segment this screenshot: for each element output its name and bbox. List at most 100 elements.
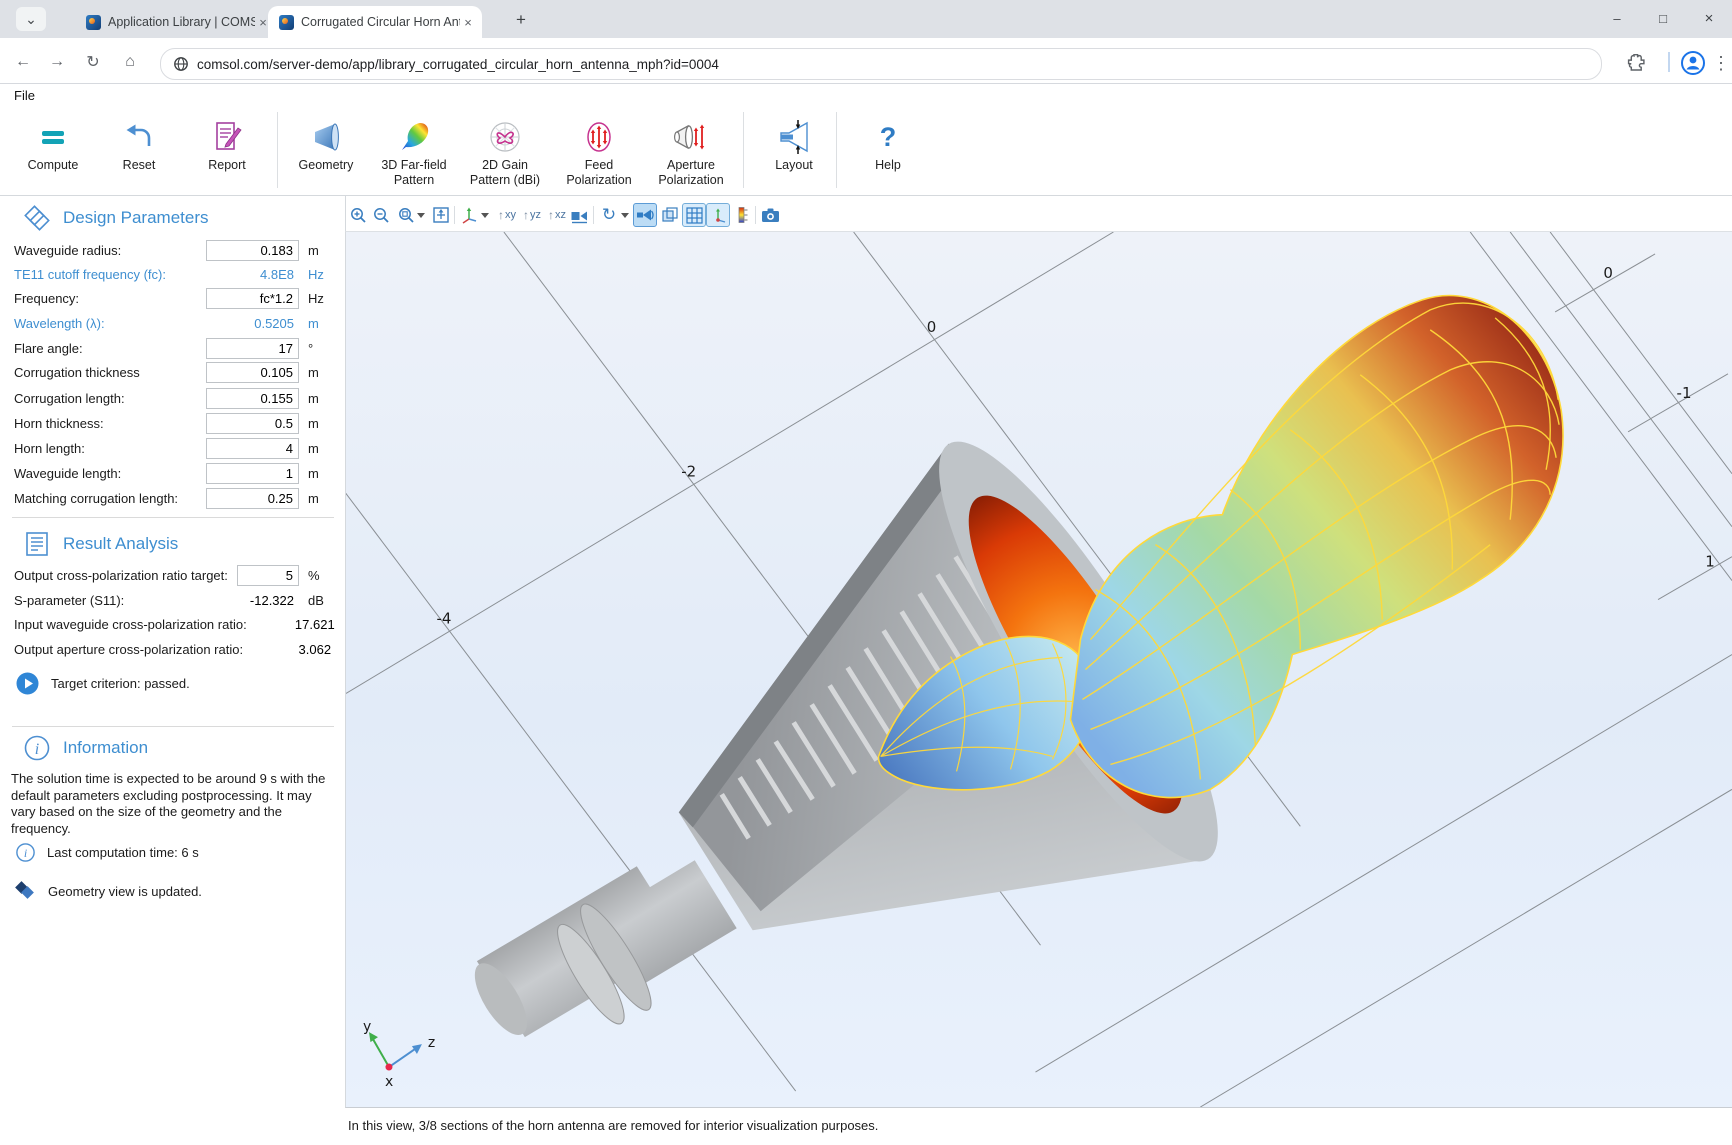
geometry-updated-text: Geometry view is updated. [48, 884, 202, 899]
cross-polarization-target-input[interactable] [237, 565, 299, 586]
transparency-toggle[interactable] [658, 203, 682, 227]
reset-button[interactable]: Reset [96, 116, 182, 192]
last-computation-status: i Last computation time: 6 s [16, 843, 199, 862]
section-title: Result Analysis [63, 534, 178, 554]
corrugation-length-input[interactable] [206, 388, 299, 409]
site-info-globe-icon[interactable] [173, 56, 189, 72]
waveguide-length-input[interactable] [206, 463, 299, 484]
tab-horn-antenna[interactable]: Corrugated Circular Horn Anten × [268, 6, 482, 38]
target-criterion-text: Target criterion: passed. [51, 676, 190, 691]
param-row-horn-length: Horn length: m [14, 436, 334, 460]
svg-text:i: i [24, 846, 27, 860]
tab-search-button[interactable]: ⌄ [16, 7, 46, 31]
input-cross-polarization-value: 17.621 [247, 617, 340, 632]
information-body: The solution time is expected to be arou… [11, 771, 337, 837]
back-icon[interactable]: ← [10, 49, 36, 75]
flare-angle-input[interactable] [206, 338, 299, 359]
forward-icon[interactable]: → [44, 49, 70, 75]
result-row-s-parameter: S-parameter (S11): -12.322 dB [14, 588, 334, 612]
tick-label: 1 [1705, 553, 1715, 571]
horn-length-input[interactable] [206, 438, 299, 459]
rotate-dropdown-caret[interactable] [621, 213, 629, 218]
tick-label: 0 [927, 318, 937, 336]
zoom-extents-icon[interactable] [429, 203, 453, 227]
toolbar-separator [593, 206, 594, 224]
te11-cutoff-value: 4.8E8 [206, 267, 299, 282]
svg-text:i: i [35, 741, 39, 758]
s-parameter-value: -12.322 [206, 593, 299, 608]
zoom-dropdown-caret[interactable] [417, 213, 425, 218]
layout-label: Layout [775, 158, 813, 173]
view-xy-button[interactable]: ↑xy [493, 203, 521, 227]
tick-label: 0 [1603, 264, 1613, 282]
aperture-polarization-label-2: Polarization [658, 173, 723, 188]
address-bar[interactable]: comsol.com/server-demo/app/library_corru… [160, 48, 1602, 80]
extensions-icon[interactable] [1625, 52, 1647, 74]
compute-button[interactable]: Compute [10, 116, 96, 192]
reset-label: Reset [123, 158, 156, 173]
feed-polarization-label-1: Feed [585, 158, 614, 173]
tick-label: -2 [681, 463, 696, 481]
feed-polarization-icon [581, 116, 617, 158]
window-minimize-button[interactable]: – [1602, 6, 1632, 30]
gain-pattern-2d-label-2: Pattern (dBi) [470, 173, 540, 188]
home-icon[interactable]: ⌂ [117, 49, 143, 75]
result-row-input-cross-polarization: Input waveguide cross-polarization ratio… [14, 612, 334, 636]
view-yz-button[interactable]: ↑yz [518, 203, 546, 227]
horn-thickness-input[interactable] [206, 413, 299, 434]
param-row-wavelength: Wavelength (λ): 0.5205 m [14, 311, 334, 335]
file-menu[interactable]: File [14, 88, 35, 103]
graphics-canvas[interactable]: 0 -2 -4 0 -1 1 [345, 232, 1732, 1108]
corrugation-thickness-input[interactable] [206, 362, 299, 383]
tick-label: -1 [1677, 384, 1692, 402]
tab-application-library[interactable]: Application Library | COMSOL S × [75, 6, 277, 38]
color-legend-toggle[interactable] [730, 203, 754, 227]
tick-label: -4 [436, 610, 451, 628]
far-field-3d-icon [396, 116, 432, 158]
menu-kebab-icon[interactable]: ⋮ [1708, 50, 1732, 76]
information-header: i Information [24, 735, 148, 761]
matching-corrugation-length-input[interactable] [206, 488, 299, 509]
reload-icon[interactable]: ↻ [80, 49, 106, 75]
zoom-box-icon[interactable] [394, 203, 418, 227]
compute-label: Compute [28, 158, 79, 173]
scene-light-toggle[interactable] [633, 203, 657, 227]
feed-polarization-button[interactable]: Feed Polarization [556, 116, 642, 192]
new-tab-button[interactable]: + [508, 9, 534, 31]
projection-icon[interactable] [567, 203, 591, 227]
play-status-icon [16, 672, 39, 695]
axes-toggle[interactable] [706, 203, 730, 227]
waveguide-radius-input[interactable] [206, 240, 299, 261]
far-field-3d-button[interactable]: 3D Far-field Pattern [371, 116, 457, 192]
close-tab-icon[interactable]: × [460, 14, 476, 30]
layout-button[interactable]: Layout [751, 116, 837, 192]
design-parameters-header: Design Parameters [24, 205, 209, 231]
help-icon: ? [880, 116, 897, 158]
snapshot-camera-icon[interactable] [758, 203, 782, 227]
default-view-icon[interactable] [457, 203, 481, 227]
tab-title: Corrugated Circular Horn Anten [301, 15, 460, 29]
section-title: Information [63, 738, 148, 758]
param-row-frequency: Frequency: Hz [14, 286, 334, 310]
view-dropdown-caret[interactable] [481, 213, 489, 218]
frequency-input[interactable] [206, 288, 299, 309]
wavelength-value: 0.5205 [206, 316, 299, 331]
toolbar-divider [1668, 52, 1670, 72]
window-close-button[interactable]: × [1694, 6, 1724, 30]
window-maximize-button[interactable]: □ [1648, 6, 1678, 30]
aperture-polarization-button[interactable]: Aperture Polarization [648, 116, 734, 192]
profile-avatar-icon[interactable] [1680, 50, 1706, 76]
information-icon: i [24, 735, 50, 761]
comsol-favicon [279, 15, 294, 30]
help-button[interactable]: ? Help [845, 116, 931, 192]
param-row-waveguide-length: Waveguide length: m [14, 461, 334, 485]
zoom-out-icon[interactable] [369, 203, 393, 227]
geometry-button[interactable]: Geometry [283, 116, 369, 192]
report-button[interactable]: Report [184, 116, 270, 192]
rotate-icon[interactable]: ↻ [597, 203, 621, 227]
section-title: Design Parameters [63, 208, 209, 228]
param-row-flare-angle: Flare angle: ° [14, 336, 334, 360]
zoom-in-icon[interactable] [346, 203, 370, 227]
gain-pattern-2d-button[interactable]: 2D Gain Pattern (dBi) [462, 116, 548, 192]
grid-toggle[interactable] [682, 203, 706, 227]
